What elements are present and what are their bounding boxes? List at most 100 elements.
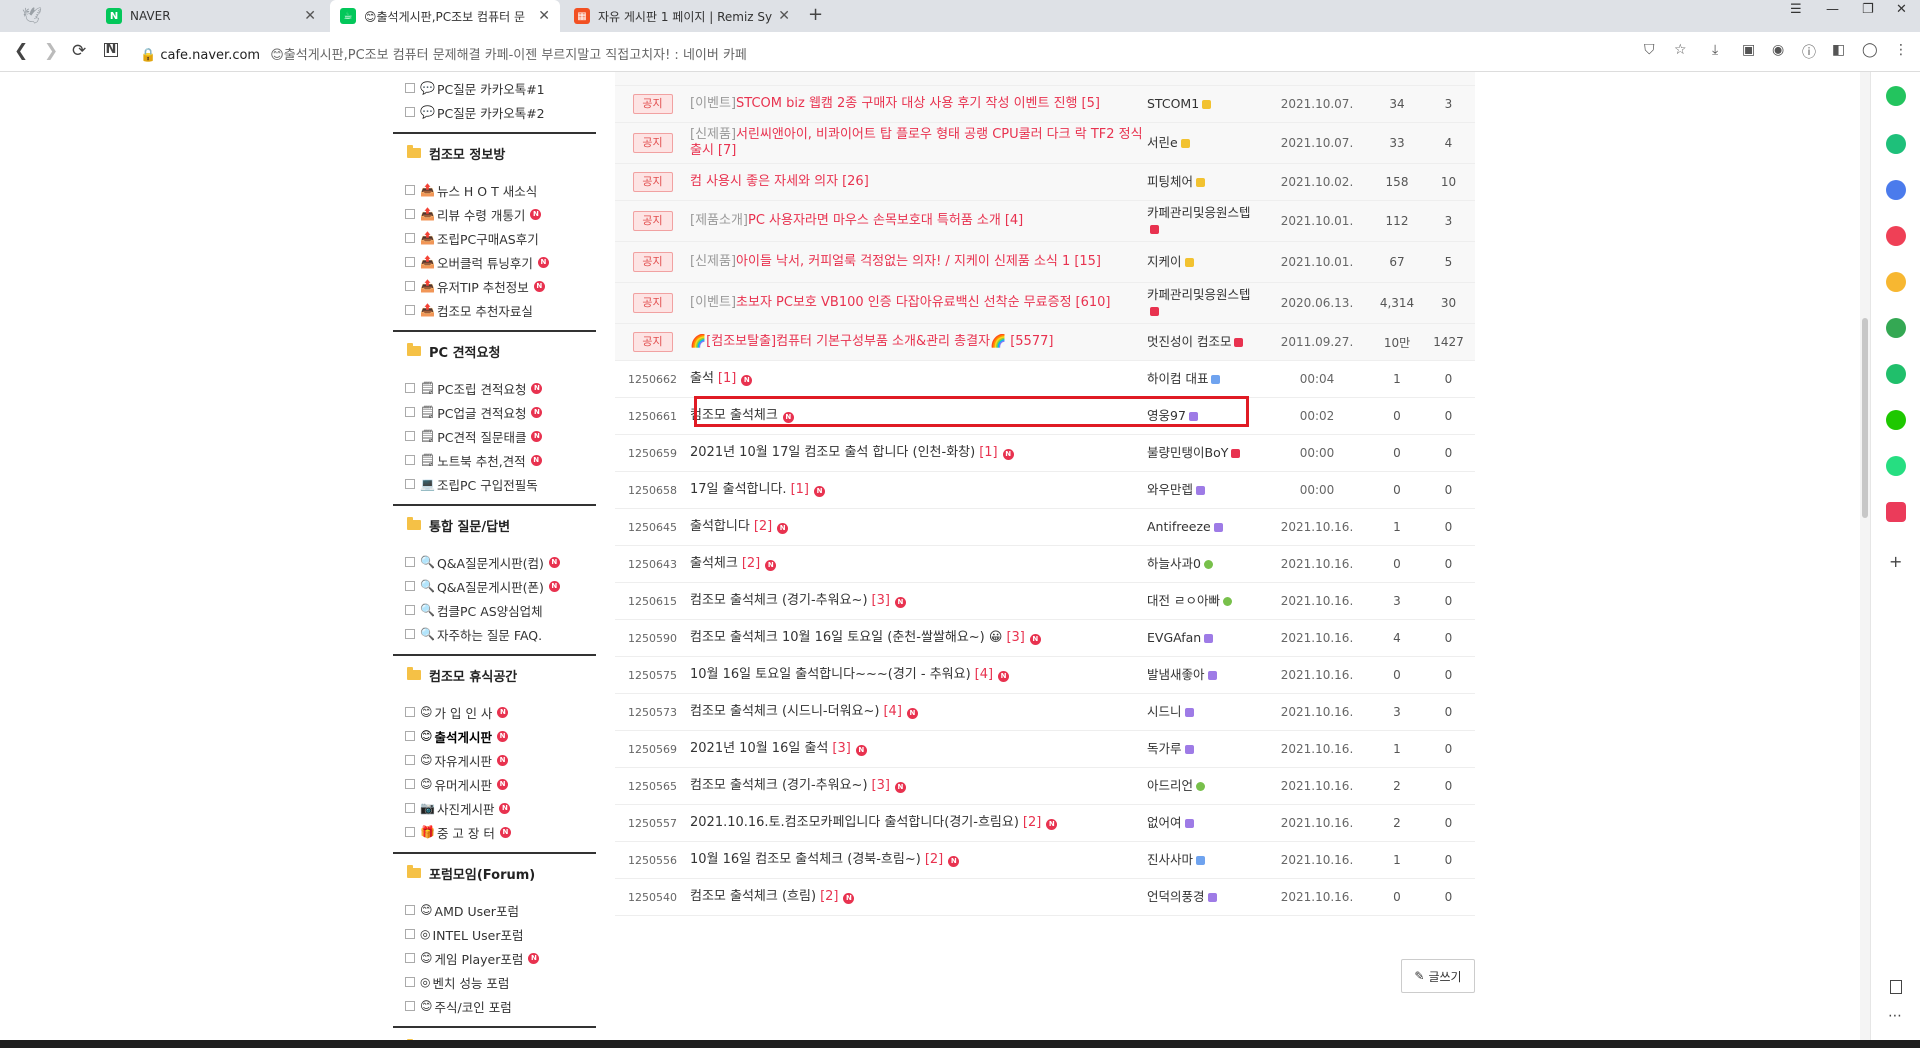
menu-icon[interactable]: ☰: [1790, 2, 1802, 17]
camera-icon[interactable]: ◉: [1772, 42, 1784, 58]
article-title-cell[interactable]: 컴조모 출석체크 (경기-추워요~) [3] N: [690, 593, 1147, 609]
more-icon[interactable]: ⋮: [1894, 42, 1908, 58]
comment-count[interactable]: [2]: [820, 889, 838, 904]
close-icon[interactable]: ✕: [304, 8, 316, 24]
comment-count[interactable]: [3]: [872, 778, 890, 793]
menu-item[interactable]: 😊 유머게시판 N: [393, 772, 596, 796]
menu-item[interactable]: 📷 사진게시판 N: [393, 796, 596, 820]
author-cell[interactable]: 지케이: [1147, 254, 1262, 270]
author-cell[interactable]: 독가루: [1147, 741, 1262, 757]
article-title-cell[interactable]: 출석합니다 [2] N: [690, 519, 1147, 535]
article-title[interactable]: 2021년 10월 17일 컴조모 출석 합니다 (인천-화창): [690, 445, 975, 460]
account-icon[interactable]: ◯: [1862, 42, 1878, 58]
author-name[interactable]: 아드리언: [1147, 778, 1193, 793]
article-title[interactable]: 컴조모 출석체크 (경기-추워요~): [690, 593, 868, 608]
back-icon[interactable]: ❮: [14, 41, 28, 61]
notice-title[interactable]: 아이들 낙서, 커피얼룩 걱정없는 의자! / 지케이 신제품 소식 1: [736, 254, 1070, 269]
author-cell[interactable]: 언덕의풍경: [1147, 889, 1262, 905]
article-title[interactable]: 10월 16일 토요일 출석합니다~~~(경기 - 추워요): [690, 667, 971, 682]
comment-count[interactable]: [610]: [1076, 295, 1111, 310]
menu-item[interactable]: 🔍 Q&A질문게시판(컴) N: [393, 550, 596, 574]
comment-count[interactable]: [1]: [979, 445, 997, 460]
menu-group-title[interactable]: 컴조모 휴식공간: [393, 654, 596, 694]
article-title[interactable]: 컴조모 출석체크 (흐림): [690, 889, 816, 904]
author-name[interactable]: 발냄새좋아: [1147, 667, 1205, 682]
author-cell[interactable]: 하이컴 대표: [1147, 371, 1262, 387]
menu-item[interactable]: 📤 유저TIP 추천정보 N: [393, 274, 596, 298]
table-row[interactable]: 1250569 2021년 10월 16일 출석 [3] N 독가루 2021.10.16…: [615, 731, 1475, 768]
comment-count[interactable]: [3]: [872, 593, 890, 608]
home-icon[interactable]: N: [104, 43, 118, 57]
panel-toggle-icon[interactable]: [1890, 980, 1902, 994]
tab-cafe[interactable]: ☕ 😊출석게시판,PC조보 컴퓨터 문 ✕: [330, 0, 560, 32]
article-title[interactable]: 10월 16일 컴조모 출석체크 (경북-흐림~): [690, 852, 921, 867]
menu-item[interactable]: 😊 AMD User포럼: [393, 898, 596, 922]
menu-item[interactable]: 🔍 Q&A질문게시판(폰) N: [393, 574, 596, 598]
comment-count[interactable]: [15]: [1074, 254, 1101, 269]
table-row[interactable]: 1250659 2021년 10월 17일 컴조모 출석 합니다 (인천-화창) […: [615, 435, 1475, 472]
article-title[interactable]: 17일 출석합니다.: [690, 482, 787, 497]
notice-row[interactable]: 공지 [신제품]아이들 낙서, 커피얼룩 걱정없는 의자! / 지케이 신제품 소…: [615, 242, 1475, 283]
author-cell[interactable]: 대전 ㄹㅇ아빠: [1147, 593, 1262, 609]
reload-icon[interactable]: ⟳: [72, 41, 86, 61]
table-row[interactable]: 1250658 17일 출석합니다. [1] N 와우만렙 00:00 0 0: [615, 472, 1475, 509]
article-title-cell[interactable]: 10월 16일 컴조모 출석체크 (경북-흐림~) [2] N: [690, 852, 1147, 868]
table-row[interactable]: 1250590 컴조모 출석체크 10월 16일 토요일 (춘천-쌀쌀해요~) 😀…: [615, 620, 1475, 657]
calendar-icon[interactable]: [1886, 180, 1906, 200]
minimize-icon[interactable]: —: [1826, 2, 1839, 17]
star-badge-icon[interactable]: [1886, 272, 1906, 292]
article-title-cell[interactable]: 2021년 10월 17일 컴조모 출석 합니다 (인천-화창) [1] N: [690, 445, 1147, 461]
author-cell[interactable]: 발냄새좋아: [1147, 667, 1262, 683]
notice-title[interactable]: 초보자 PC보호 VB100 인증 다잡아유료백신 선착순 무료증정: [736, 295, 1072, 310]
write-button[interactable]: ✎ 글쓰기: [1401, 959, 1475, 993]
notice-title[interactable]: 컴 사용시 좋은 자세와 의자: [690, 174, 838, 189]
notice-title-cell[interactable]: [이벤트]초보자 PC보호 VB100 인증 다잡아유료백신 선착순 무료증정 […: [690, 295, 1147, 311]
table-row[interactable]: 1250645 출석합니다 [2] N Antifreeze 2021.10.16. 1 0: [615, 509, 1475, 546]
forward-icon[interactable]: ❯: [44, 41, 58, 61]
author-cell[interactable]: 없어여: [1147, 815, 1262, 831]
download-icon[interactable]: ⤓: [1712, 42, 1718, 58]
close-icon[interactable]: ✕: [538, 8, 550, 24]
notice-row[interactable]: 공지 [신제품]서린씨앤아이, 비콰이어트 탑 플로우 형태 공랭 CPU쿨러 다…: [615, 123, 1475, 164]
comment-count[interactable]: [1]: [791, 482, 809, 497]
table-row[interactable]: 1250615 컴조모 출석체크 (경기-추워요~) [3] N 대전 ㄹㅇ아빠 2021…: [615, 583, 1475, 620]
article-title[interactable]: 컴조모 출석체크 10월 16일 토요일 (춘천-쌀쌀해요~) 😀: [690, 630, 1002, 645]
author-cell[interactable]: 카페관리및응원스텝: [1147, 205, 1262, 237]
menu-item[interactable]: 📤 오버클럭 튜닝후기 N: [393, 250, 596, 274]
restore-icon[interactable]: ❐: [1862, 2, 1874, 17]
table-row[interactable]: 1250565 컴조모 출석체크 (경기-추워요~) [3] N 아드리언 2021.10…: [615, 768, 1475, 805]
table-row[interactable]: 1250662 출석 [1] N 하이컴 대표 00:04 1 0: [615, 361, 1475, 398]
menu-item[interactable]: 🎁 중 고 장 터 N: [393, 820, 596, 844]
author-cell[interactable]: 서린e: [1147, 135, 1262, 151]
chrome-store-icon[interactable]: [1886, 318, 1906, 338]
author-name[interactable]: 지케이: [1147, 254, 1182, 269]
menu-item[interactable]: 🔍 컴클PC AS양심업체: [393, 598, 596, 622]
menu-item[interactable]: 🗒 PC조립 견적요청 N: [393, 376, 596, 400]
author-name[interactable]: 없어여: [1147, 815, 1182, 830]
menu-group-title[interactable]: PC 견적요청: [393, 330, 596, 370]
article-title-cell[interactable]: 10월 16일 토요일 출석합니다~~~(경기 - 추워요) [4] N: [690, 667, 1147, 683]
comment-count[interactable]: [3]: [1006, 630, 1024, 645]
comment-count[interactable]: [4]: [883, 704, 901, 719]
add-panel-icon[interactable]: +: [1889, 552, 1902, 571]
menu-item[interactable]: 📤 조립PC구매AS후기: [393, 226, 596, 250]
window-close-icon[interactable]: ✕: [1896, 2, 1907, 17]
url-field[interactable]: 🔒 cafe.naver.com 😊출석게시판,PC조보 컴퓨터 문제해결 카페…: [140, 44, 747, 63]
author-name[interactable]: 언덕의풍경: [1147, 889, 1205, 904]
menu-item[interactable]: 🗒 PC업글 견적요청 N: [393, 400, 596, 424]
article-title-cell[interactable]: 17일 출석합니다. [1] N: [690, 482, 1147, 498]
tab-remiz[interactable]: ▦ 자유 게시판 1 페이지 | Remiz Sy ✕: [564, 0, 800, 32]
menu-group-title[interactable]: 협력업체&이벤트: [393, 1026, 596, 1040]
comment-count[interactable]: [4]: [975, 667, 993, 682]
talk-icon[interactable]: [1886, 134, 1906, 154]
now-icon[interactable]: [1886, 502, 1906, 522]
notice-title[interactable]: 서린씨앤아이, 비콰이어트 탑 플로우 형태 공랭 CPU쿨러 다크 락 TF2…: [690, 127, 1143, 158]
tab-naver[interactable]: N NAVER ✕: [96, 0, 326, 32]
menu-item[interactable]: 🗒 PC견적 질문태클 N: [393, 424, 596, 448]
sidebar-icon[interactable]: ◧: [1832, 42, 1845, 58]
close-icon[interactable]: ✕: [778, 8, 790, 24]
author-cell[interactable]: 카페관리및응원스텝: [1147, 287, 1262, 319]
article-title-cell[interactable]: 2021.10.16.토.컴조모카페입니다 출석합니다(경기-흐림요) [2] N: [690, 815, 1147, 831]
menu-group-title[interactable]: 통합 질문/답변: [393, 504, 596, 544]
article-title[interactable]: 2021.10.16.토.컴조모카페입니다 출석합니다(경기-흐림요): [690, 815, 1019, 830]
